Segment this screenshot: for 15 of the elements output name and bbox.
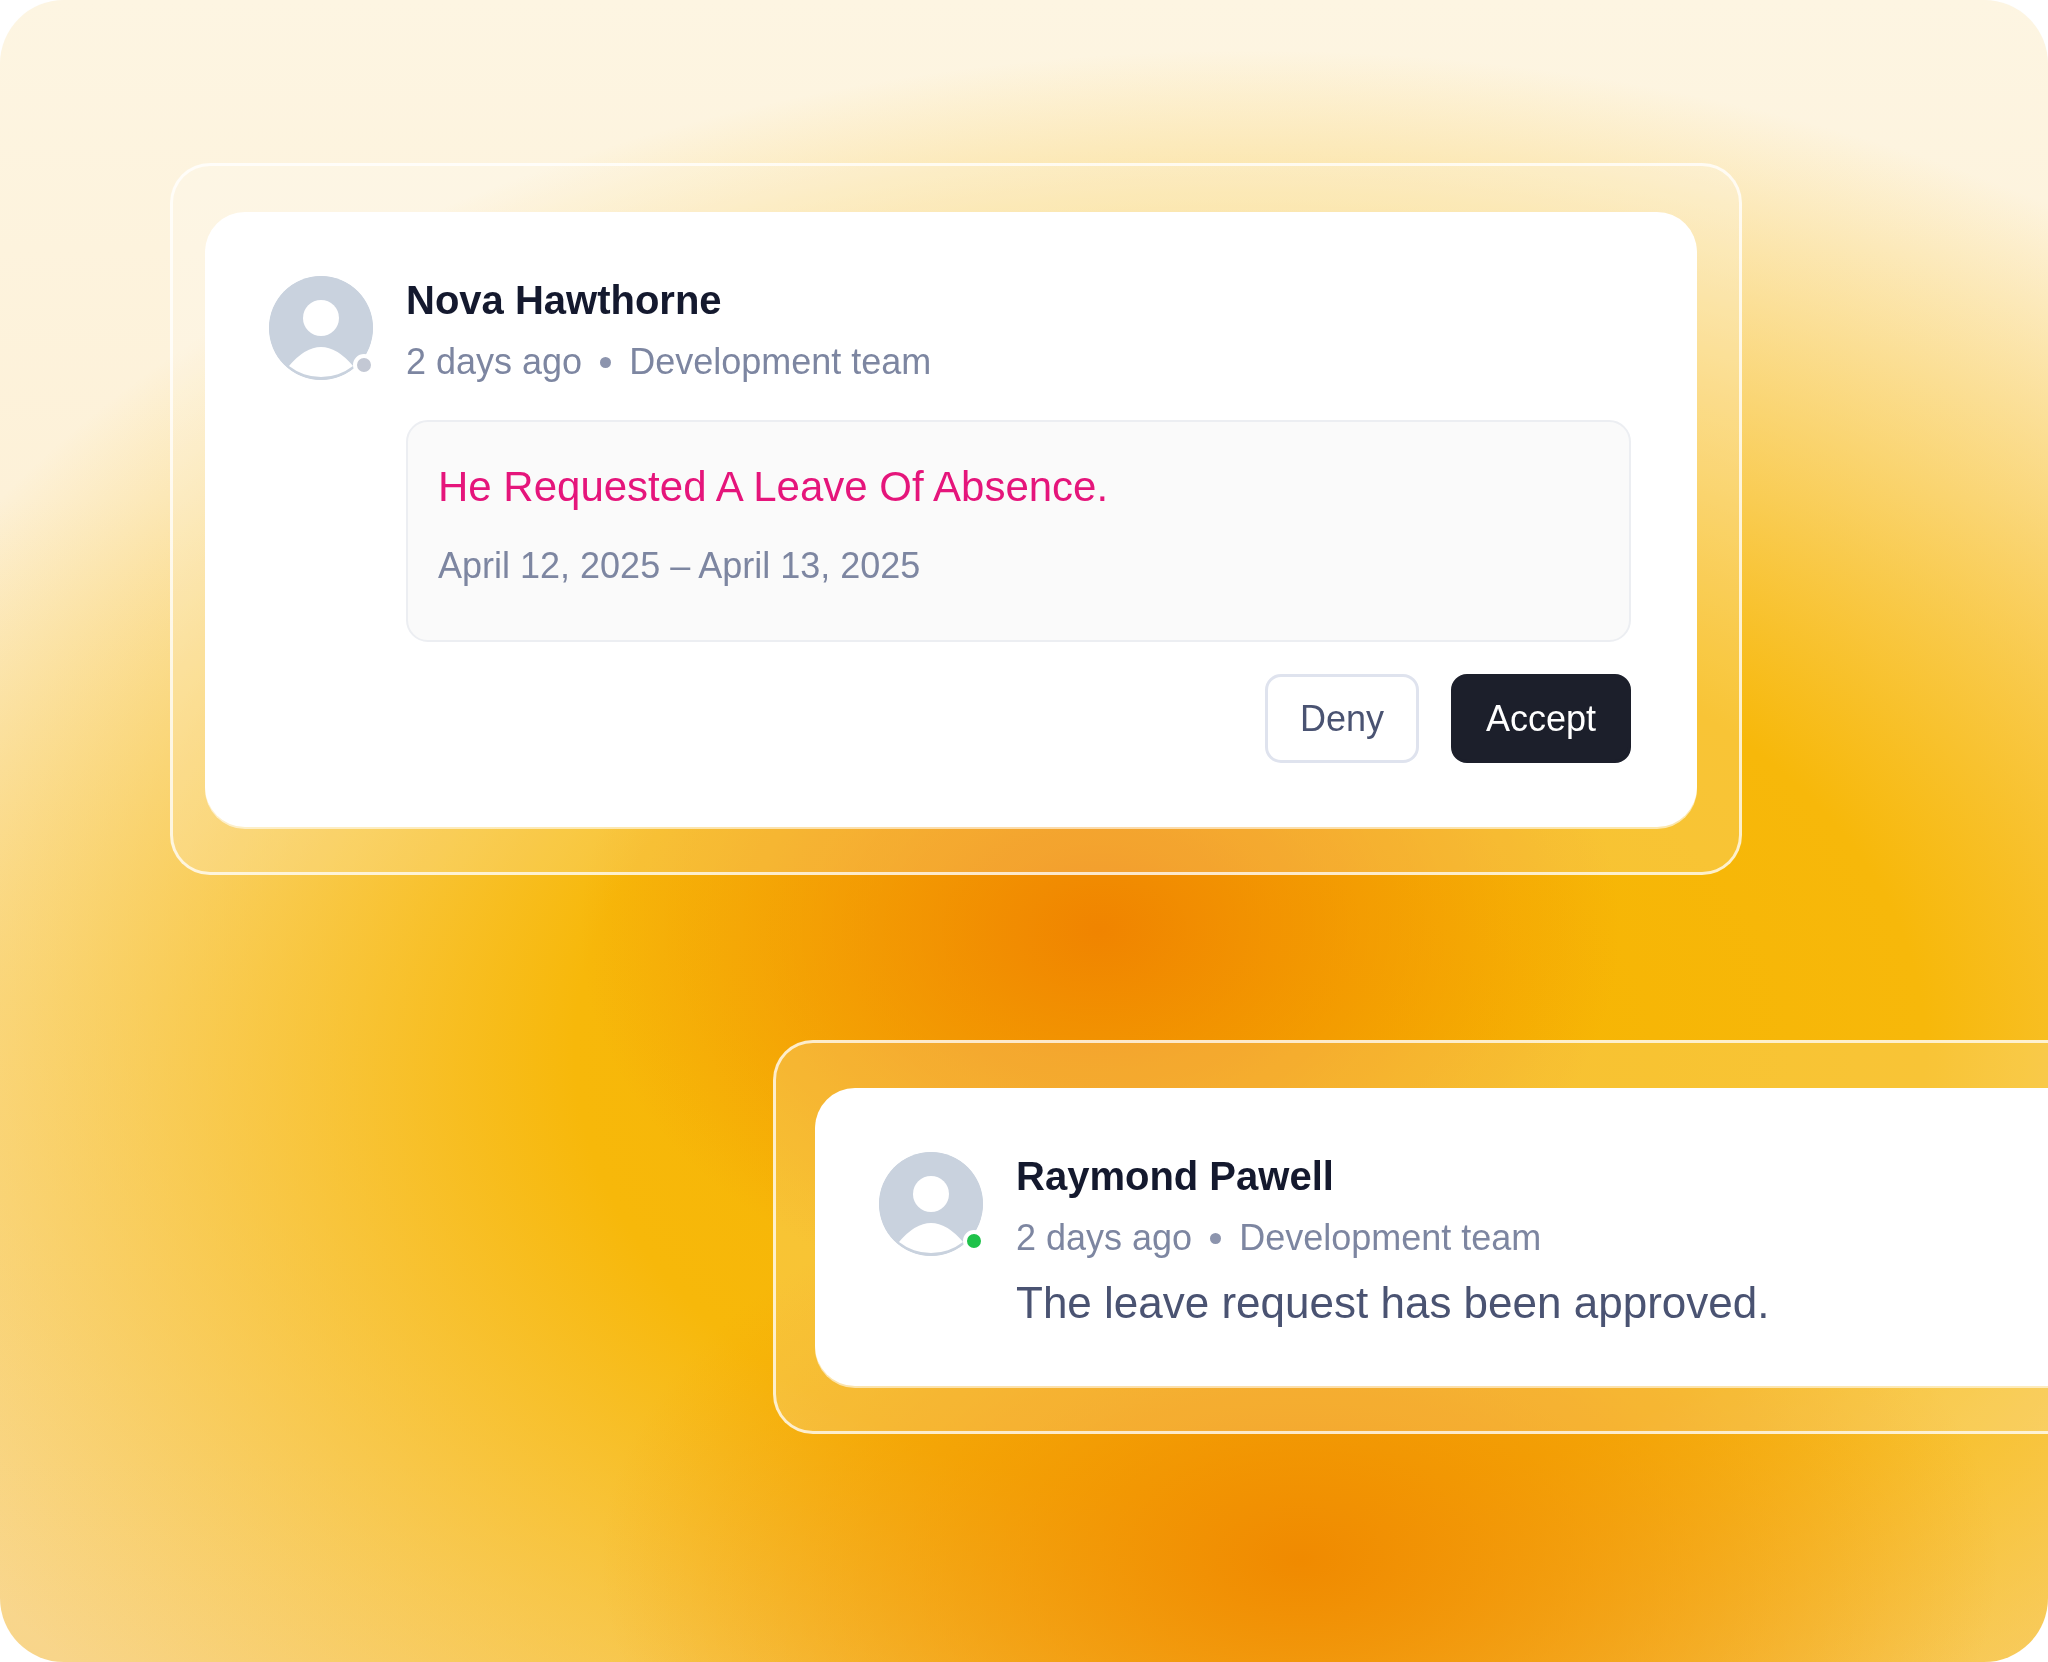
timestamp: 2 days ago (1016, 1216, 1193, 1260)
accept-button[interactable]: Accept (1450, 674, 1631, 763)
team-name: Development team (629, 340, 932, 384)
separator-dot (600, 356, 612, 368)
request-title: He Requested A Leave Of Absence. (438, 462, 1110, 512)
separator-dot (1210, 1232, 1222, 1244)
avatar-icon (269, 276, 373, 380)
user-name: Raymond Pawell (1016, 1153, 1335, 1200)
team-name: Development team (1239, 1216, 1542, 1260)
date-range: April 12, 2025 – April 13, 2025 (438, 544, 922, 588)
timestamp: 2 days ago (406, 340, 583, 384)
avatar-icon (879, 1152, 983, 1256)
deny-button[interactable]: Deny (1264, 674, 1419, 763)
message-text: The leave request has been approved. (1016, 1277, 1771, 1329)
user-name: Nova Hawthorne (406, 277, 723, 324)
